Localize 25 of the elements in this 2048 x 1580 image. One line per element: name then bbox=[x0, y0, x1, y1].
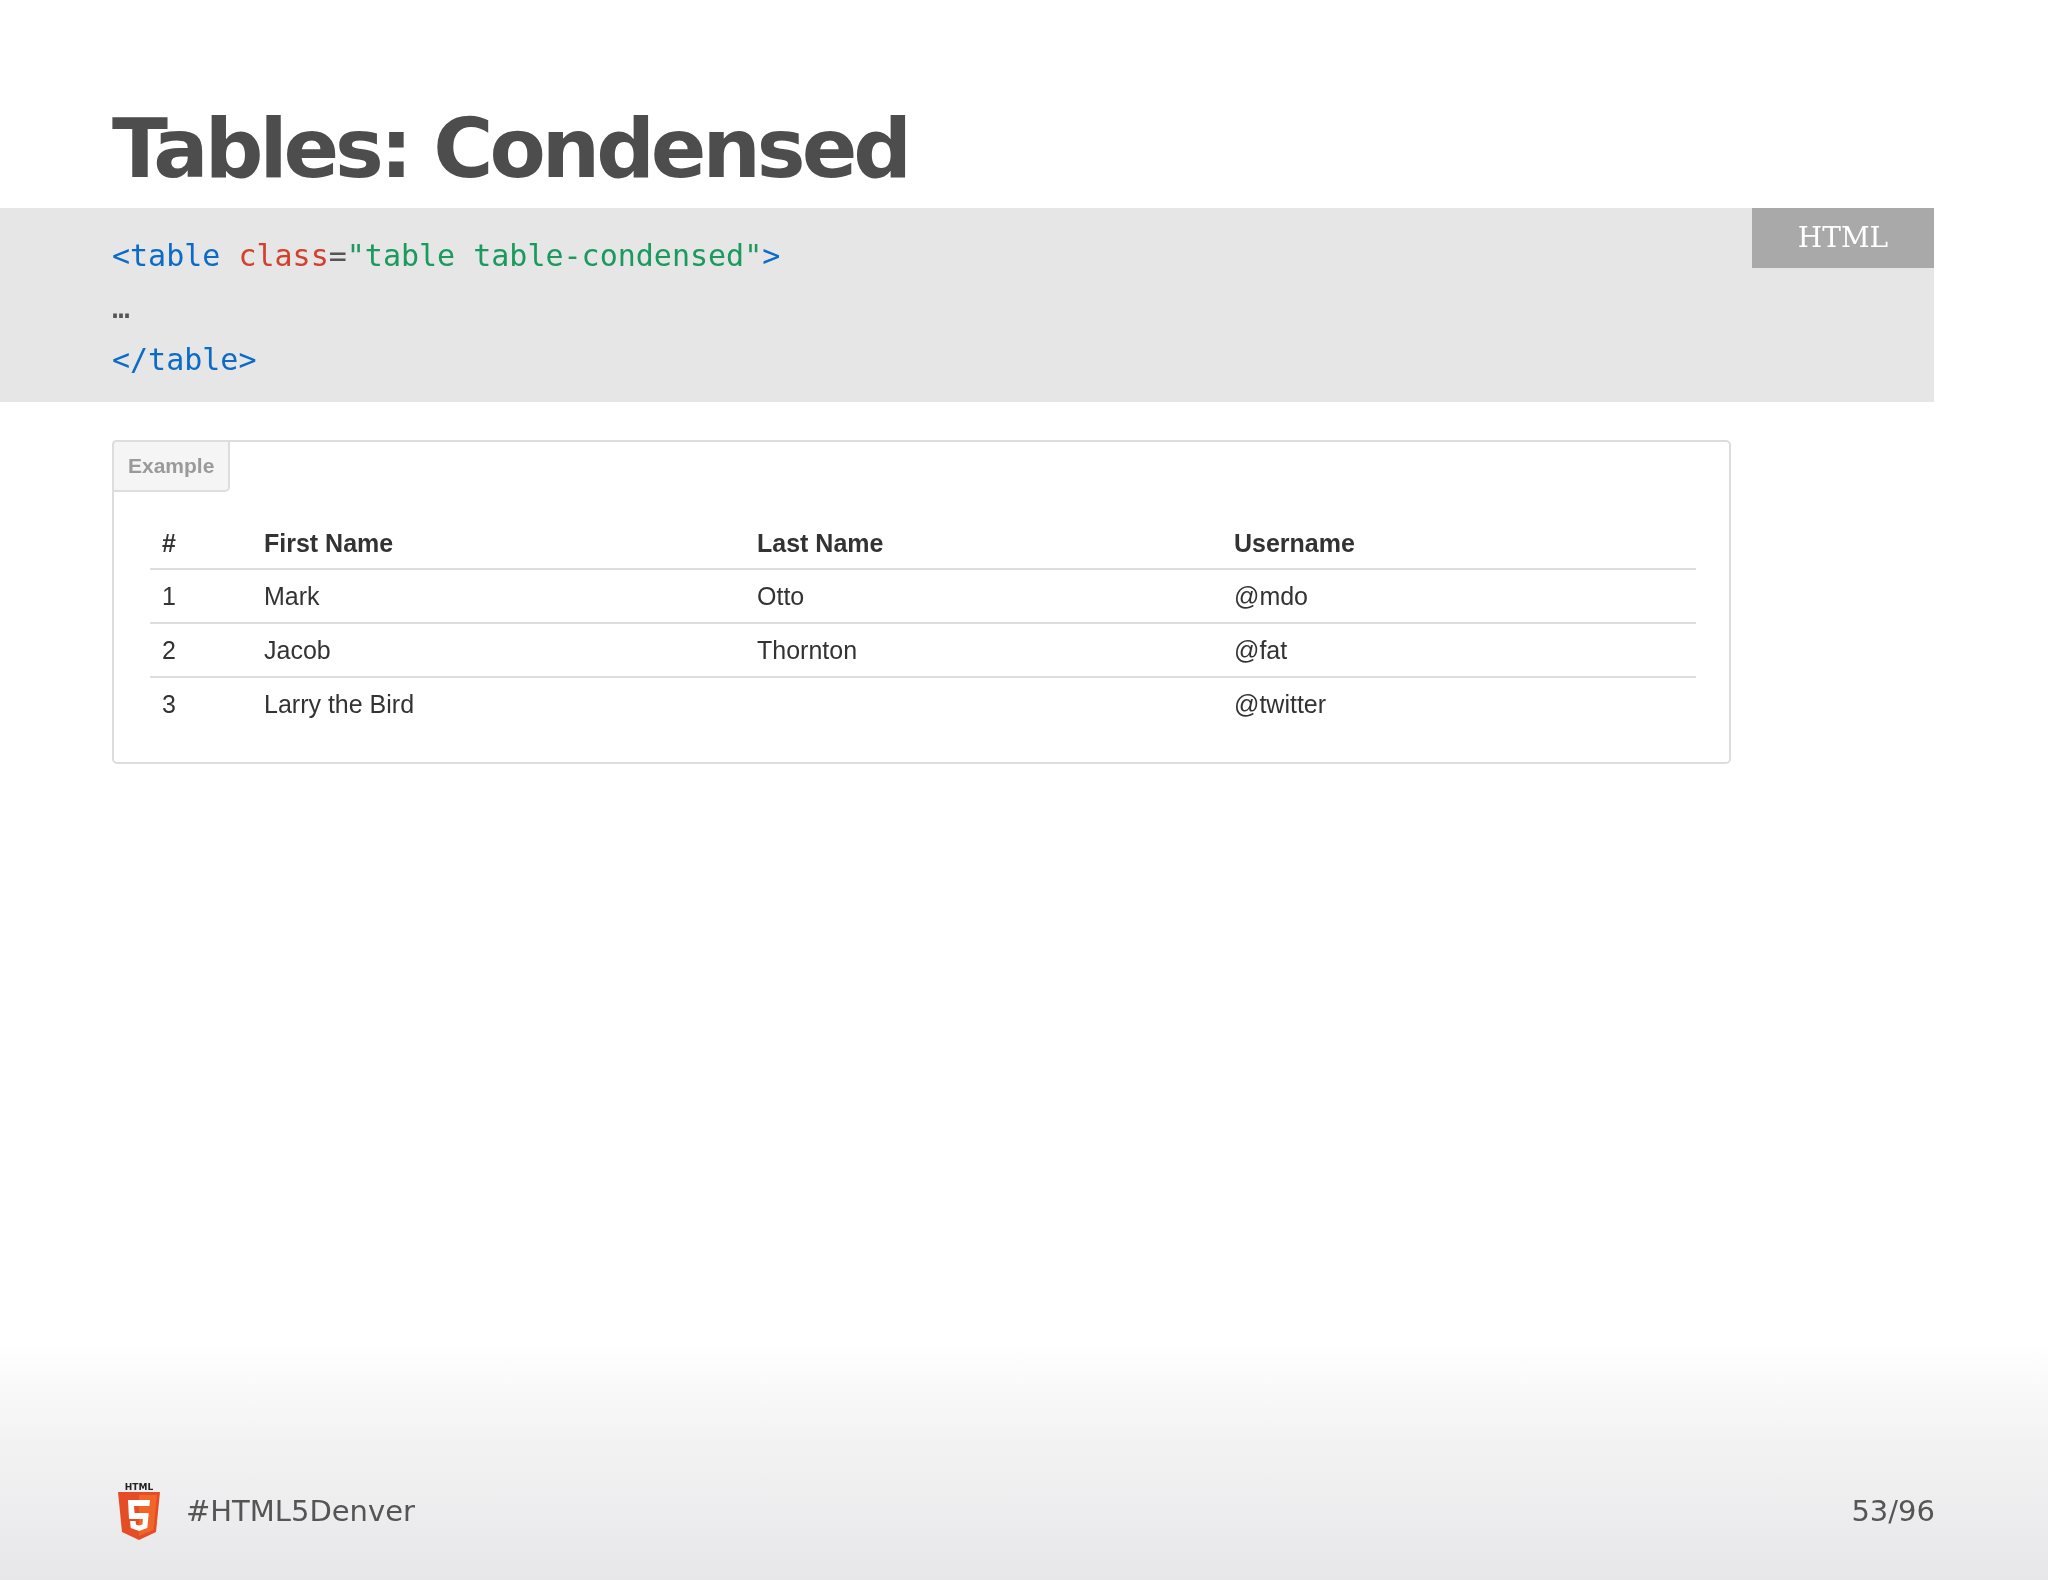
example-label: Example bbox=[112, 440, 231, 492]
page-number: 53/96 bbox=[1851, 1494, 1935, 1528]
table-cell: 2 bbox=[162, 635, 176, 664]
hashtag-text: #HTML5Denver bbox=[186, 1494, 415, 1528]
table-cell: Jacob bbox=[264, 635, 331, 664]
slide-title: Tables: Condensed bbox=[112, 108, 908, 190]
table-cell: Larry the Bird bbox=[264, 689, 415, 718]
code-line: </table> bbox=[112, 341, 257, 379]
table-cell: 1 bbox=[162, 581, 176, 610]
table-cell: @fat bbox=[1234, 635, 1288, 664]
column-header: Last Name bbox=[745, 518, 1222, 569]
table-cell: Otto bbox=[757, 581, 805, 610]
code-line: … bbox=[112, 289, 131, 327]
shield-five-icon bbox=[118, 1492, 160, 1540]
table-cell: Mark bbox=[264, 581, 320, 610]
code-line: <table class="table table-condensed"> bbox=[112, 237, 781, 275]
table-cell: Thornton bbox=[757, 635, 858, 664]
table-cell: @mdo bbox=[1234, 581, 1308, 610]
column-header: # bbox=[150, 518, 252, 569]
column-header: First Name bbox=[252, 518, 745, 569]
table-cell: 3 bbox=[162, 689, 176, 718]
logo-label: HTML bbox=[124, 1482, 154, 1492]
language-label: HTML bbox=[1752, 208, 1934, 268]
column-header: Username bbox=[1222, 518, 1696, 569]
table-cell: @twitter bbox=[1234, 689, 1327, 718]
